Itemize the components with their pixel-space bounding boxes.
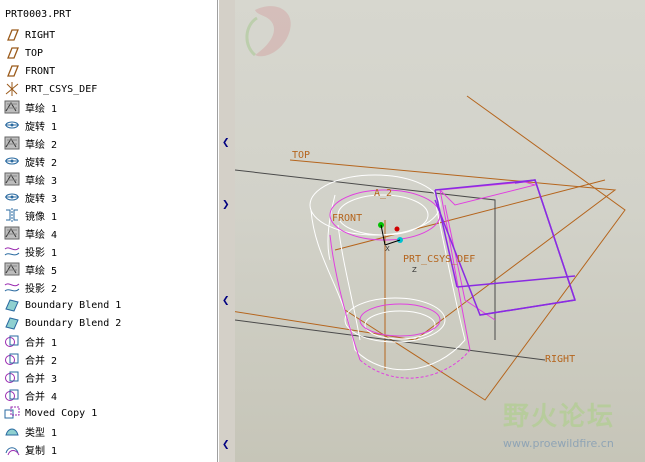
tree-item-label: 合并 2	[25, 355, 58, 367]
surface-handle	[434, 179, 576, 316]
tree-item[interactable]: 旋转 1	[4, 116, 214, 134]
tree-item[interactable]: FRONT	[4, 62, 214, 80]
tree-item-label: 复制 1	[25, 445, 58, 457]
model-tree-root[interactable]: PRT0003.PRT	[5, 9, 71, 20]
tree-item-label: FRONT	[25, 65, 56, 77]
merge-icon	[4, 333, 22, 349]
tree-item[interactable]: 合并 1	[4, 332, 214, 350]
tree-item[interactable]: 合并 3	[4, 368, 214, 386]
surface-magenta	[329, 181, 537, 379]
revolve-icon	[4, 189, 22, 205]
collapse-arrow-icon[interactable]: ❯	[222, 200, 230, 210]
datum-plane-icon	[4, 63, 22, 79]
tree-item[interactable]: Boundary Blend 2	[4, 314, 214, 332]
tree-item-label: 镜像 1	[25, 211, 58, 223]
tree-item-label: 投影 2	[25, 283, 58, 295]
copy-icon	[4, 441, 22, 457]
datum-plane-icon	[4, 45, 22, 61]
tree-item-label: Moved Copy 1	[25, 407, 98, 419]
tree-item-label: 草绘 4	[25, 229, 58, 241]
label-csys: PRT_CSYS_DEF	[403, 254, 475, 265]
label-z: Z	[412, 266, 417, 274]
tree-item[interactable]: RIGHT	[4, 26, 214, 44]
tree-item[interactable]: 草绘 3	[4, 170, 214, 188]
watermark-logo-icon	[245, 6, 291, 57]
label-right: RIGHT	[545, 354, 575, 365]
tree-item-label: 旋转 2	[25, 157, 58, 169]
tree-item-label: 投影 1	[25, 247, 58, 259]
tree-item-label: 旋转 3	[25, 193, 58, 205]
tree-item-label: PRT_CSYS_DEF	[25, 83, 98, 95]
tree-item[interactable]: PRT_CSYS_DEF	[4, 80, 214, 98]
datum-plane-icon	[4, 27, 22, 43]
tree-item-label: TOP	[25, 47, 44, 59]
label-axis: A_2	[374, 188, 392, 199]
sketch-icon	[4, 135, 22, 151]
surface-white	[309, 174, 466, 371]
tree-item[interactable]: Moved Copy 1	[4, 404, 214, 422]
tree-item[interactable]: Boundary Blend 1	[4, 296, 214, 314]
label-front: FRONT	[332, 213, 362, 224]
tree-item[interactable]: 旋转 3	[4, 188, 214, 206]
tree-item[interactable]: 草绘 4	[4, 224, 214, 242]
projection-icon	[4, 279, 22, 295]
projection-icon	[4, 243, 22, 259]
label-top: TOP	[292, 150, 310, 161]
tree-item[interactable]: 合并 2	[4, 350, 214, 368]
collapse-arrow-icon[interactable]: ❮	[222, 440, 230, 450]
tree-item-label: 合并 4	[25, 391, 58, 403]
tree-item[interactable]: 投影 1	[4, 242, 214, 260]
tree-item-label: 合并 3	[25, 373, 58, 385]
tree-item[interactable]: 复制 1	[4, 440, 214, 458]
tree-item-label: 草绘 3	[25, 175, 58, 187]
tree-item[interactable]: TOP	[4, 44, 214, 62]
collapse-arrow-icon[interactable]: ❮	[222, 296, 230, 306]
sketch-icon	[4, 261, 22, 277]
watermark-url: www.proewildfire.cn	[503, 437, 614, 450]
revolve-icon	[4, 117, 22, 133]
tree-item[interactable]: 类型 1	[4, 422, 214, 440]
tree-item-label: 合并 1	[25, 337, 58, 349]
model-tree-panel: PRT0003.PRT RIGHT TOP FRONT PRT_CSYS_DEF 草绘 …	[0, 0, 218, 462]
model-canvas: TOP RIGHT FRONT PRT_CSYS_DEF A_2 X Z	[235, 95, 626, 401]
tree-item-label: 草绘 2	[25, 139, 58, 151]
merge-icon	[4, 387, 22, 403]
boundary-blend-icon	[4, 315, 22, 331]
label-x: X	[385, 245, 390, 253]
tree-item-label: 草绘 5	[25, 265, 58, 277]
tree-item[interactable]: 镜像 1	[4, 206, 214, 224]
tree-item[interactable]: 草绘 2	[4, 134, 214, 152]
tree-item[interactable]: 草绘 5	[4, 260, 214, 278]
mirror-icon	[4, 207, 22, 223]
tree-item[interactable]: 草绘 1	[4, 98, 214, 116]
sketch-icon	[4, 225, 22, 241]
coordinate-system-icon	[4, 81, 22, 97]
tree-item[interactable]: 投影 2	[4, 278, 214, 296]
tree-item[interactable]: 合并 4	[4, 386, 214, 404]
panel-splitter[interactable]: ❮ ❯ ❮ ❮	[218, 0, 236, 462]
boundary-blend-icon	[4, 297, 22, 313]
merge-icon	[4, 369, 22, 385]
tree-item-label: Boundary Blend 2	[25, 317, 122, 329]
revolve-icon	[4, 153, 22, 169]
tree-item-label: Boundary Blend 1	[25, 299, 122, 311]
collapse-arrow-icon[interactable]: ❮	[222, 138, 230, 148]
watermark-title: 野火论坛	[503, 402, 616, 432]
sketch-icon	[4, 99, 22, 115]
tree-item[interactable]: 旋转 2	[4, 152, 214, 170]
graphics-viewport[interactable]: TOP RIGHT FRONT PRT_CSYS_DEF A_2 X Z 野火论…	[235, 0, 645, 462]
tree-item-label: RIGHT	[25, 29, 56, 41]
tree-item-label: 类型 1	[25, 427, 58, 439]
merge-icon	[4, 351, 22, 367]
tree-item-label: 旋转 1	[25, 121, 58, 133]
tree-item-label: 草绘 1	[25, 103, 58, 115]
moved-copy-icon	[4, 405, 22, 421]
type-icon	[4, 423, 22, 439]
sketch-icon	[4, 171, 22, 187]
